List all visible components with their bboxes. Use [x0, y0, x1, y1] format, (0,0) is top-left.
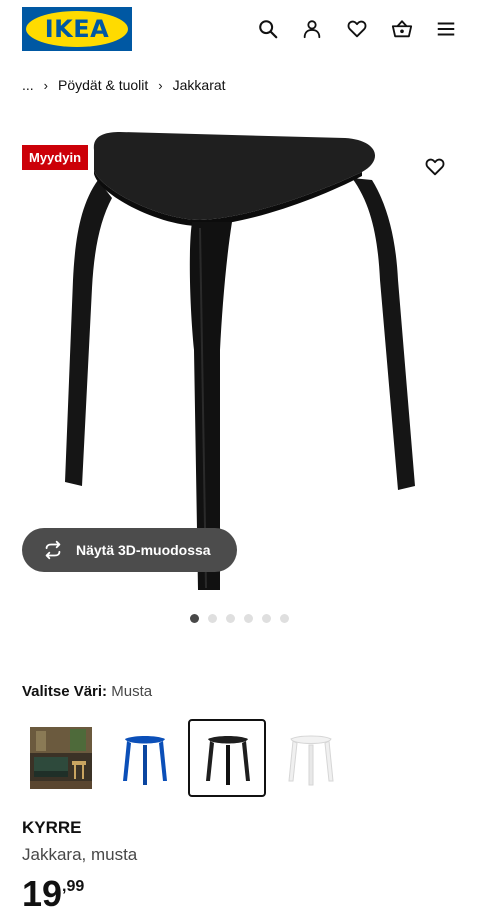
menu-icon: [437, 22, 455, 36]
rotate-3d-icon: [45, 540, 61, 560]
breadcrumb-item-stools[interactable]: Jakkarat: [173, 77, 226, 93]
header: IKEA: [0, 0, 480, 60]
room-thumbnail: [30, 727, 92, 789]
product-description: Jakkara, musta: [22, 845, 138, 864]
swatch-black[interactable]: [188, 719, 266, 797]
pagination-dot[interactable]: [208, 614, 217, 623]
add-to-favourites-button[interactable]: [420, 152, 450, 182]
pagination-dot[interactable]: [190, 614, 199, 623]
product-price: 19,99: [22, 876, 84, 912]
breadcrumb: ... › Pöydät & tuolit › Jakkarat: [22, 74, 226, 96]
image-pagination-dots: [190, 614, 298, 623]
logo-oval: IKEA: [26, 11, 128, 47]
pagination-dot[interactable]: [280, 614, 289, 623]
view-3d-label: Näytä 3D-muodossa: [76, 542, 211, 558]
selected-color-value: Musta: [111, 683, 153, 700]
chevron-right-icon: ›: [43, 77, 49, 93]
search-button[interactable]: [253, 14, 283, 44]
swatch-room[interactable]: [22, 719, 100, 797]
swatch-blue[interactable]: [105, 719, 183, 797]
search-icon: [259, 20, 278, 39]
pagination-dot[interactable]: [262, 614, 271, 623]
swatch-white[interactable]: [271, 719, 349, 797]
ikea-logo[interactable]: IKEA: [22, 7, 132, 51]
heart-icon: [425, 158, 445, 176]
price-decimals: ,99: [62, 878, 85, 895]
heart-icon: [347, 20, 367, 38]
menu-button[interactable]: [431, 14, 461, 44]
basket-button[interactable]: [387, 14, 417, 44]
color-selector-label: Valitse Väri: Musta: [22, 683, 152, 700]
stool-blue-thumbnail: [123, 736, 167, 785]
stool-black-thumbnail: [206, 736, 250, 785]
bestseller-badge: Myydyin: [22, 145, 89, 170]
breadcrumb-ellipsis[interactable]: ...: [22, 77, 34, 93]
favourites-button[interactable]: [342, 14, 372, 44]
profile-button[interactable]: [297, 14, 327, 44]
color-label-title: Valitse Väri:: [22, 683, 108, 700]
pagination-dot[interactable]: [226, 614, 235, 623]
view-3d-button[interactable]: Näytä 3D-muodossa: [22, 528, 237, 572]
profile-icon: [303, 20, 321, 39]
price-integer: 19: [22, 873, 63, 912]
pagination-dot[interactable]: [244, 614, 253, 623]
breadcrumb-item-tables-chairs[interactable]: Pöydät & tuolit: [58, 77, 148, 93]
stool-white-thumbnail: [288, 735, 334, 786]
basket-icon: [391, 20, 413, 38]
product-name: KYRRE: [22, 818, 82, 837]
chevron-right-icon: ›: [158, 77, 163, 93]
logo-text: IKEA: [44, 15, 110, 43]
